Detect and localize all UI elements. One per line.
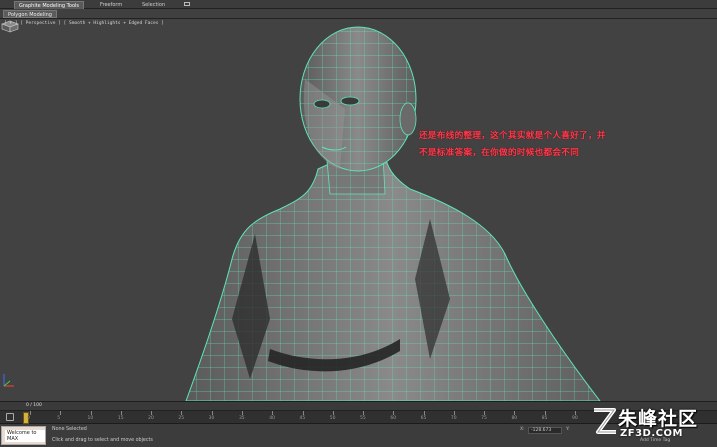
timeline-tick-label: 60 [390,416,397,421]
y-coord-label: Y: [566,427,570,432]
watermark-text: 朱峰社区 [618,408,699,430]
annotation-text: 还是布线的整理，这个其实就是个人喜好了，并 不是标准答案，在你做的时候也都会不同 [419,128,704,162]
x-coord-field[interactable]: -128.673 [528,427,562,434]
tab-freeform[interactable]: Freeform [96,1,126,9]
watermark-url: ZF3D.COM [620,428,683,439]
timeline-tick [151,411,153,415]
timeline-tick [181,411,183,415]
timeline-tick [393,411,395,415]
timeline-tick [272,411,274,415]
x-coord-label: X: [520,427,525,432]
ribbon-options-icon[interactable] [184,2,190,6]
perspective-viewport[interactable] [0,19,717,401]
ribbon-bar: Graphite Modeling Tools Freeform Selecti… [0,0,717,9]
axis-gizmo-icon [3,374,14,387]
tab-polygon-modeling[interactable]: Polygon Modeling [3,10,57,18]
timeline-tick [544,411,546,415]
timeline-tick [332,411,334,415]
timeline-tick [211,411,213,415]
timeline-tick-label: 75 [481,416,487,421]
timeline-tick-label: 45 [299,416,306,421]
timeline-tick-label: 65 [420,416,427,421]
zf-logo-icon [594,408,616,434]
timeline-tick-label: 30 [208,416,215,421]
timeline-tick [60,411,62,415]
lock-icon[interactable] [6,413,14,421]
annotation-line-1: 还是布线的整理，这个其实就是个人喜好了，并 [419,131,606,141]
welcome-text: Welcome to MAX [5,430,45,442]
timeline-tick [120,411,122,415]
timeline-tick [514,411,516,415]
character-mesh [185,26,601,401]
timeline-tick-label: 35 [238,416,245,421]
frame-indicator: 0 / 100 [26,403,42,408]
timeline-tick [423,411,425,415]
ribbon-panel-bar: Polygon Modeling [0,9,717,19]
timeline-tick-label: 20 [148,416,154,421]
timeline-tick [241,411,243,415]
timeline-tick-label: 85 [541,416,548,421]
timeline-tick [453,411,455,415]
timeline-tick-label: 80 [511,416,518,421]
timeline-tick [302,411,304,415]
prompt-line: Click and drag to select and move object… [52,438,153,443]
annotation-line-2: 不是标准答案，在你做的时候也都会不同 [419,148,580,158]
watermark: 朱峰社区 ZF3D.COM [590,402,717,447]
timeline-tick-label: 5 [57,416,61,421]
viewport-label[interactable]: [ + ] [ Perspective ] [ Smooth + Highlig… [4,21,164,26]
maxscript-listener-mini[interactable]: Welcome to MAX [1,426,46,445]
timeline-tick [90,411,92,415]
timeline-tick [363,411,365,415]
timeline-tick-label: 15 [117,416,124,421]
timeline-tick-label: 90 [572,416,578,421]
timeline-tick [30,411,31,415]
timeline-tick [575,411,576,415]
timeline-tick-label: 40 [269,416,275,421]
tab-graphite-modeling-tools[interactable]: Graphite Modeling Tools [14,1,85,9]
timeline-tick-label: 0 [27,416,30,421]
timeline-tick-label: 25 [178,416,185,421]
timeline-tick-label: 55 [360,416,366,421]
tab-selection[interactable]: Selection [138,1,169,9]
timeline-tick-label: 10 [87,416,94,421]
selection-status: None Selected [52,427,87,432]
timeline-tick-label: 50 [329,416,336,421]
timeline-tick-label: 70 [450,416,457,421]
timeline-tick [484,411,486,415]
